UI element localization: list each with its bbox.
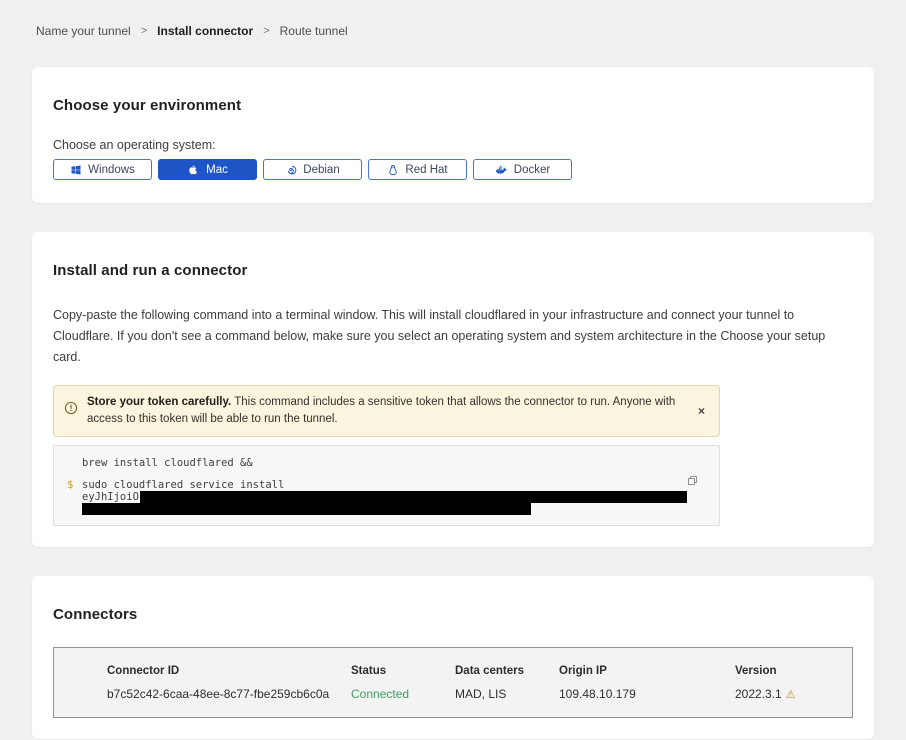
- breadcrumb-step-install-connector[interactable]: Install connector: [157, 24, 253, 38]
- connectors-card: Connectors Connector ID Status Data cent…: [32, 576, 874, 739]
- column-header-version: Version: [735, 665, 852, 677]
- breadcrumb-separator: >: [141, 25, 147, 37]
- token-warning-title: Store your token carefully.: [87, 396, 231, 408]
- code-line-brew: brew install cloudflared &&: [82, 457, 705, 469]
- page: Name your tunnel > Install connector > R…: [0, 0, 906, 740]
- token-prefix: eyJhIjoiO: [82, 491, 139, 503]
- column-header-data-centers: Data centers: [455, 665, 559, 677]
- code-line-token: eyJhIjoiO: [82, 491, 705, 503]
- version-cell: 2022.3.1 ⚠: [735, 687, 852, 701]
- environment-card-title: Choose your environment: [53, 97, 853, 114]
- apple-icon: [187, 163, 200, 176]
- copy-icon[interactable]: [684, 472, 701, 489]
- warning-icon: ⚠: [786, 689, 796, 700]
- os-button-label: Mac: [206, 164, 228, 176]
- docker-icon: [495, 163, 508, 176]
- origin-ip-cell: 109.48.10.179: [559, 687, 735, 701]
- os-button-windows[interactable]: Windows: [53, 159, 152, 180]
- column-header-status: Status: [351, 665, 455, 677]
- install-connector-card: Install and run a connector Copy-paste t…: [32, 232, 874, 547]
- breadcrumb: Name your tunnel > Install connector > R…: [0, 0, 906, 38]
- code-command-row: $ sudo cloudflared service install eyJhI…: [67, 479, 705, 515]
- os-button-docker[interactable]: Docker: [473, 159, 572, 180]
- os-button-label: Docker: [514, 164, 550, 176]
- os-button-debian[interactable]: Debian: [263, 159, 362, 180]
- windows-icon: [70, 164, 82, 176]
- os-button-label: Windows: [88, 164, 135, 176]
- redhat-icon: [387, 164, 399, 176]
- data-centers-cell: MAD, LIS: [455, 687, 559, 701]
- connector-id-cell: b7c52c42-6caa-48ee-8c77-fbe259cb6c0a: [107, 687, 351, 701]
- version-value: 2022.3.1: [735, 687, 782, 701]
- close-icon[interactable]: ×: [694, 401, 709, 421]
- main-content: Choose your environment Choose an operat…: [0, 67, 906, 740]
- debian-icon: [285, 164, 297, 176]
- os-select-label: Choose an operating system:: [53, 138, 853, 152]
- token-warning-banner: Store your token carefully. This command…: [53, 385, 720, 437]
- redacted-token-bar: [140, 491, 687, 503]
- table-row: b7c52c42-6caa-48ee-8c77-fbe259cb6c0a Con…: [107, 687, 852, 701]
- breadcrumb-separator: >: [263, 25, 269, 37]
- connectors-card-title: Connectors: [53, 606, 853, 623]
- redacted-token-bar: [82, 503, 531, 515]
- breadcrumb-step-route-tunnel[interactable]: Route tunnel: [280, 24, 348, 38]
- token-warning-text: Store your token carefully. This command…: [87, 394, 681, 428]
- info-icon: [64, 401, 78, 415]
- os-button-label: Debian: [303, 164, 339, 176]
- code-command-content: sudo cloudflared service install eyJhIjo…: [82, 479, 705, 515]
- column-header-origin-ip: Origin IP: [559, 665, 735, 677]
- install-card-title: Install and run a connector: [53, 262, 853, 279]
- breadcrumb-step-name-your-tunnel[interactable]: Name your tunnel: [36, 24, 131, 38]
- os-button-redhat[interactable]: Red Hat: [368, 159, 467, 180]
- table-header-row: Connector ID Status Data centers Origin …: [107, 665, 852, 677]
- os-button-group: Windows Mac Debian: [53, 159, 853, 182]
- os-button-mac[interactable]: Mac: [158, 159, 257, 180]
- column-header-connector-id: Connector ID: [107, 665, 351, 677]
- connectors-table: Connector ID Status Data centers Origin …: [53, 647, 853, 718]
- code-line-install: sudo cloudflared service install: [82, 479, 705, 491]
- status-badge: Connected: [351, 687, 455, 701]
- install-description: Copy-paste the following command into a …: [53, 305, 853, 368]
- install-command-codeblock: brew install cloudflared && $ sudo cloud…: [53, 445, 720, 526]
- shell-prompt: $: [67, 479, 82, 515]
- os-button-label: Red Hat: [405, 164, 447, 176]
- choose-environment-card: Choose your environment Choose an operat…: [32, 67, 874, 203]
